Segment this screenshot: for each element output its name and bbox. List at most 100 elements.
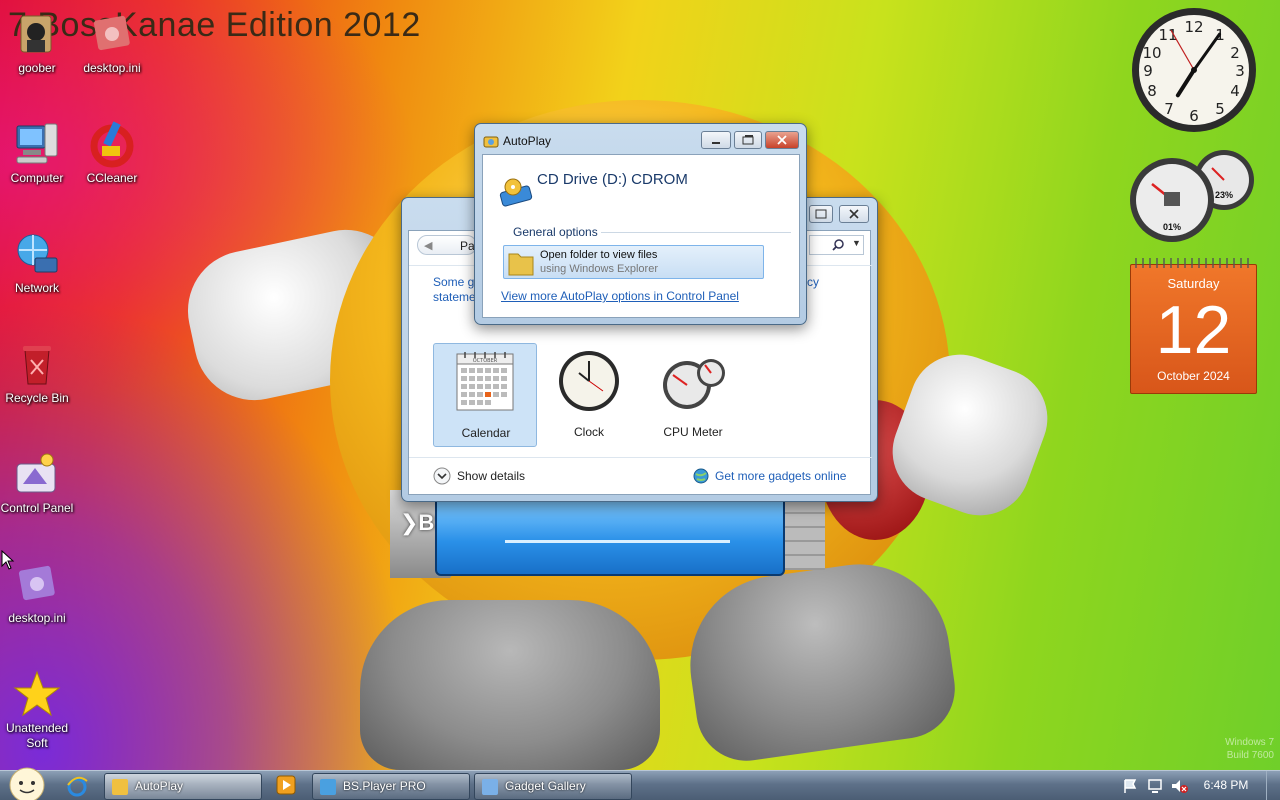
bsplayer-side-panel — [785, 500, 825, 570]
bsplayer-seek-bar[interactable] — [505, 540, 730, 543]
restore-icon — [742, 135, 754, 145]
media-player-icon — [276, 775, 296, 795]
calendar-gadget[interactable]: Saturday 12 October 2024 — [1130, 256, 1257, 394]
bsplayer-icon — [320, 779, 336, 795]
taskbar: AutoPlay BS.Player PRO Gadget Gallery 6:… — [0, 767, 1280, 800]
wallpaper-mascot-left-shoe — [360, 600, 660, 770]
previous-page-icon[interactable]: ◀ — [424, 239, 432, 252]
calendar-month-year: October 2024 — [1157, 369, 1230, 383]
calendar-icon: OCTOBER — [456, 352, 514, 411]
gadget-tile-calendar[interactable]: OCTOBER Calendar — [433, 343, 537, 447]
mouse-cursor-icon — [1, 550, 15, 570]
network-tray-icon[interactable] — [1147, 778, 1163, 794]
internet-explorer-icon — [67, 776, 88, 797]
cpu-meter-icon — [663, 359, 725, 409]
globe-icon — [693, 468, 709, 484]
close-icon — [777, 135, 787, 145]
gadget-tile-clock[interactable]: Clock — [537, 343, 641, 447]
svg-text:4: 4 — [1230, 82, 1240, 100]
svg-text:12: 12 — [1184, 18, 1203, 36]
settings-file-icon — [88, 10, 136, 58]
start-button[interactable] — [6, 765, 48, 800]
calendar-day-name: Saturday — [1167, 276, 1220, 291]
volume-muted-icon[interactable] — [1170, 778, 1188, 794]
footer-divider — [409, 457, 872, 458]
search-gadgets-box[interactable]: ▼ — [809, 235, 864, 255]
autoplay-client: CD Drive (D:) CDROM General options Open… — [482, 154, 800, 318]
media-player-quicklaunch[interactable] — [276, 775, 298, 797]
autoplay-window[interactable]: AutoPlay CD Drive (D:) CDROM General opt… — [474, 123, 807, 325]
clock-gadget-face: 12123 4567 891011 — [1132, 8, 1256, 132]
svg-text:6: 6 — [1189, 107, 1199, 125]
star-icon — [13, 670, 61, 718]
control-panel-icon — [13, 450, 61, 498]
desktop-icon-desktop-ini-1[interactable]: desktop.ini — [75, 10, 149, 76]
section-divider — [601, 232, 791, 233]
desktop-icon-recycle-bin[interactable]: Recycle Bin — [0, 340, 74, 406]
calendar-day-number: 12 — [1155, 292, 1232, 368]
search-icon — [832, 239, 844, 251]
close-button[interactable] — [765, 131, 799, 149]
svg-text:2: 2 — [1230, 44, 1240, 62]
taskbar-clock[interactable]: 6:48 PM — [1196, 778, 1256, 792]
get-more-gadgets-link[interactable]: Get more gadgets online — [693, 467, 863, 487]
more-autoplay-options-link[interactable]: View more AutoPlay options in Control Pa… — [501, 289, 739, 303]
calendar-binding-rings — [1135, 258, 1249, 268]
maximize-button[interactable] — [734, 131, 762, 149]
maximize-icon — [815, 209, 827, 219]
user-folder-icon — [13, 10, 61, 58]
gadget-tile-cpu-meter[interactable]: CPU Meter — [641, 343, 745, 447]
minimize-icon — [712, 142, 720, 144]
wallpaper-corner-text: Windows 7 Build 7600 — [1225, 737, 1274, 761]
open-folder-option[interactable]: Open folder to view files using Windows … — [503, 245, 764, 279]
svg-text:5: 5 — [1215, 100, 1225, 118]
settings-file-icon — [13, 560, 61, 608]
autoplay-icon — [483, 136, 499, 148]
drive-label: CD Drive (D:) CDROM — [537, 171, 688, 188]
cpu-usage-value: 01% — [1162, 222, 1181, 232]
minimize-button[interactable] — [701, 131, 731, 149]
general-options-heading: General options — [513, 225, 598, 239]
autoplay-icon — [112, 779, 128, 795]
bsplayer-window[interactable]: ❯BS — [390, 490, 826, 580]
desktop-icon-goober[interactable]: goober — [0, 10, 74, 76]
cpu-meter-gauges — [1130, 150, 1254, 242]
svg-text:3: 3 — [1235, 62, 1245, 80]
internet-explorer-quicklaunch[interactable] — [66, 775, 90, 797]
taskbar-item-gadget-gallery[interactable]: Gadget Gallery — [474, 773, 632, 800]
clock-icon — [559, 351, 619, 411]
desktop-icon-unattended-soft[interactable]: Unattended Soft — [0, 670, 74, 751]
maximize-button[interactable] — [809, 205, 833, 223]
action-center-flag-icon[interactable] — [1122, 778, 1138, 794]
chevron-down-icon — [433, 467, 451, 485]
desktop-icon-network[interactable]: Network — [0, 230, 74, 296]
calendar-icon-month: OCTOBER — [473, 358, 498, 364]
taskbar-item-bsplayer[interactable]: BS.Player PRO — [312, 773, 470, 800]
desktop-icon-label: Control Panel — [0, 501, 74, 515]
ccleaner-icon — [88, 120, 136, 168]
bsplayer-control-area[interactable] — [435, 500, 785, 576]
computer-icon — [13, 120, 61, 168]
start-orb-icon — [9, 767, 45, 800]
close-icon — [849, 209, 859, 219]
show-desktop-button[interactable] — [1266, 771, 1280, 800]
close-button[interactable] — [839, 205, 869, 223]
taskbar-item-autoplay[interactable]: AutoPlay — [104, 773, 262, 800]
svg-text:7: 7 — [1164, 100, 1174, 118]
svg-text:10: 10 — [1142, 44, 1161, 62]
desktop-icon-control-panel[interactable]: Control Panel — [0, 450, 74, 516]
gallery-description-left: Some g stateme — [433, 275, 476, 304]
clock-gadget[interactable]: 12123 4567 891011 — [1130, 6, 1258, 134]
gadget-gallery-icon — [482, 779, 498, 795]
memory-usage-value: 23% — [1214, 190, 1233, 200]
svg-text:11: 11 — [1158, 26, 1177, 44]
recycle-bin-icon — [13, 340, 61, 388]
dropdown-arrow-icon[interactable]: ▼ — [852, 238, 861, 248]
page-nav[interactable]: ◀ Pa — [417, 235, 477, 255]
cpu-meter-gadget[interactable]: 01% 23% — [1130, 148, 1258, 244]
gallery-description-right: cy — [807, 275, 819, 289]
desktop-icon-ccleaner[interactable]: CCleaner — [75, 120, 149, 186]
desktop-icon-computer[interactable]: Computer — [0, 120, 74, 186]
autoplay-title: AutoPlay — [503, 134, 552, 148]
network-icon — [13, 230, 61, 278]
